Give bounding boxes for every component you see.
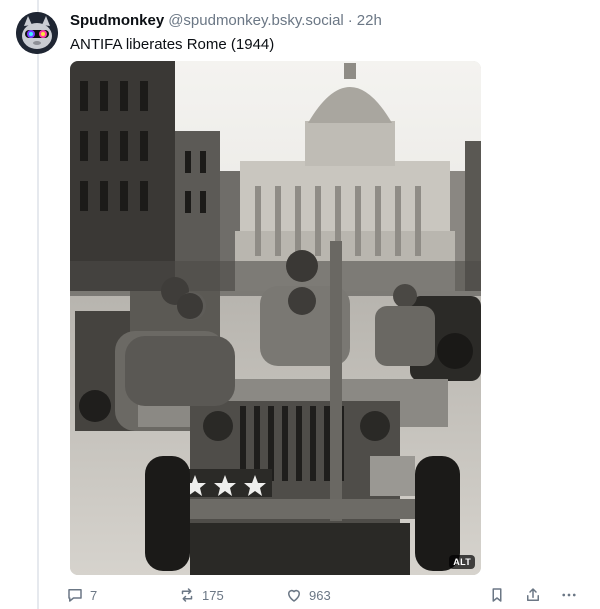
share-button[interactable] [524,585,542,605]
reply-icon [68,589,82,602]
more-button[interactable] [560,585,578,605]
display-name[interactable]: Spudmonkey [70,12,164,29]
rome-jeep-photo [70,61,481,575]
more-icon [562,593,576,597]
share-icon [527,588,539,601]
action-bar: 7 175 963 [66,585,586,605]
like-button[interactable]: 963 [285,585,331,605]
post-header: Spudmonkey @spudmonkey.bsky.social · 22h [70,12,382,32]
repost-button[interactable]: 175 [178,585,224,605]
bookmark-icon [492,588,502,602]
timestamp[interactable]: 22h [357,12,382,29]
bookmark-button[interactable] [488,585,506,605]
reply-button[interactable]: 7 [66,585,97,605]
heart-icon [288,589,300,602]
repost-count: 175 [202,587,224,603]
repost-icon [181,588,193,602]
alt-badge[interactable]: ALT [449,555,475,569]
post-text: ANTIFA liberates Rome (1944) [70,36,275,53]
avatar[interactable] [16,12,58,54]
post-image[interactable]: ALT [70,61,481,575]
thread-line [37,0,39,609]
handle[interactable]: @spudmonkey.bsky.social [168,12,344,29]
like-count: 963 [309,587,331,603]
separator-dot: · [347,12,353,29]
reply-count: 7 [90,587,98,603]
